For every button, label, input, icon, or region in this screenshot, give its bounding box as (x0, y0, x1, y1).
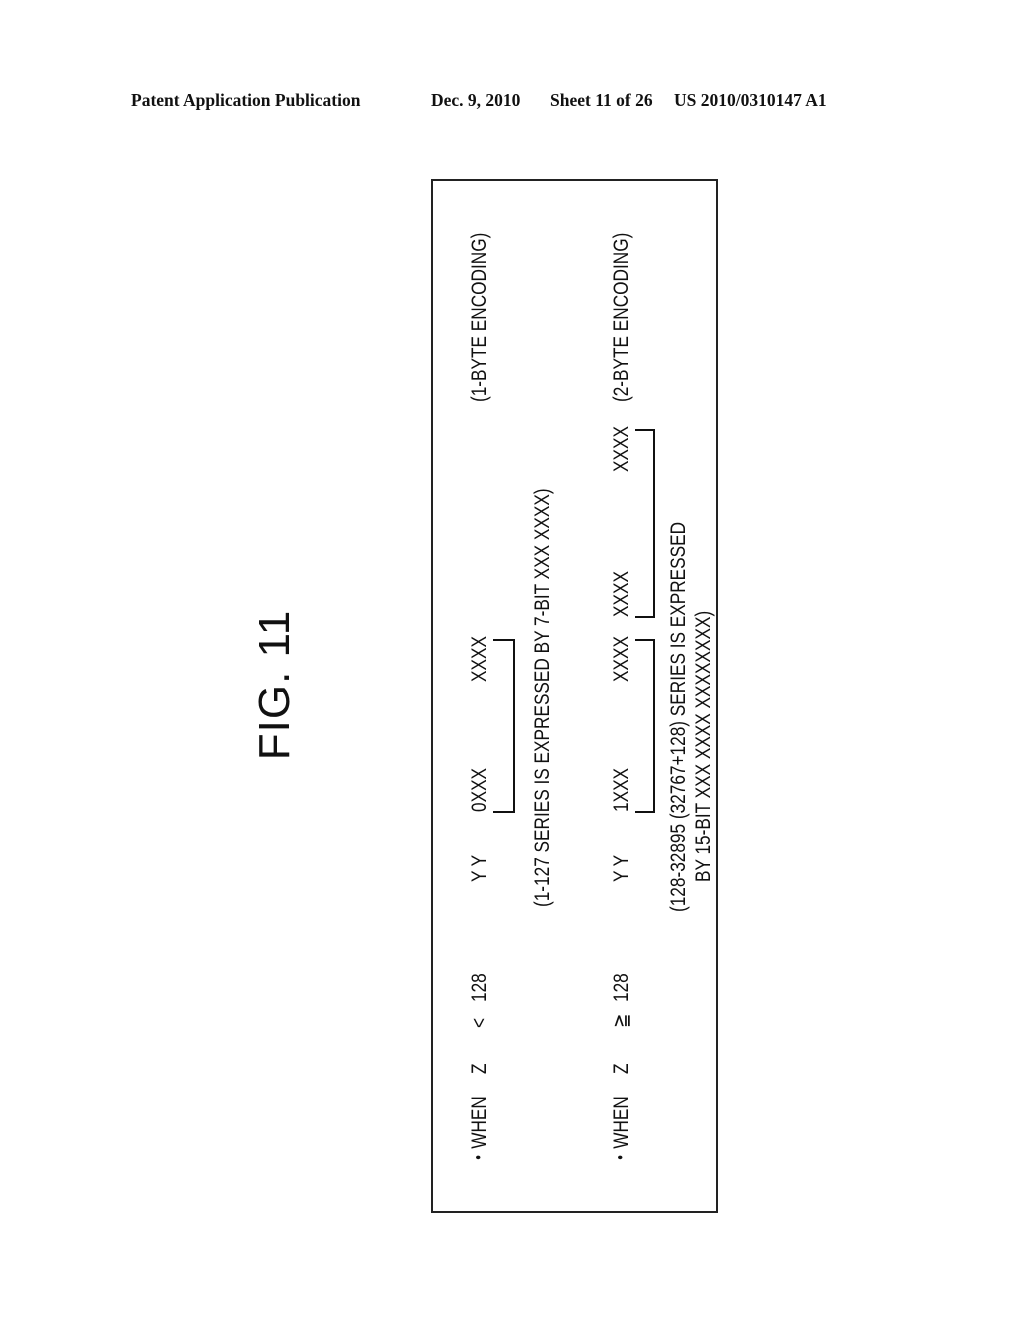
page-header: Patent Application Publication Dec. 9, 2… (0, 90, 1024, 114)
publication-label: Patent Application Publication (131, 90, 361, 110)
publication-date: Dec. 9, 2010 (431, 90, 521, 110)
case2-prefix: Y Y (610, 854, 633, 882)
case2-bracket1-bar (653, 641, 657, 813)
case2-byte1: 1XXX (610, 767, 633, 812)
case1-byte1: 0XXX (468, 767, 491, 812)
case2-bracket2-bar (653, 431, 657, 618)
case2-bracket2-sides (635, 429, 655, 618)
case1-byte1b: XXXX (468, 636, 491, 682)
case2-note-line1: (128-32895 (32767+128) SERIES IS EXPRESS… (667, 521, 690, 912)
case1-threshold: 128 (468, 973, 491, 1002)
case2-byte2: XXXX (610, 571, 633, 617)
patent-number: US 2010/0310147 A1 (674, 90, 827, 110)
sheet-number: Sheet 11 of 26 (550, 90, 653, 110)
case1-when: ・WHEN (468, 1096, 491, 1166)
case1-operator: < (468, 1017, 491, 1028)
case2-note-line2: BY 15-BIT XXX XXXX XXXXXXXX) (692, 610, 715, 882)
case1-encoding: (1-BYTE ENCODING) (468, 232, 491, 402)
case1-prefix: Y Y (468, 854, 491, 882)
case2-encoding: (2-BYTE ENCODING) (610, 232, 633, 402)
case2-byte1b: XXXX (610, 636, 633, 682)
case2-operator: ≧ (610, 1013, 633, 1028)
case2-bracket1-sides (635, 639, 655, 813)
case2-when: ・WHEN (610, 1096, 633, 1166)
figure-box: ・WHEN Z < 128 Y Y 0XXX XXXX (1-BYTE ENCO… (431, 179, 718, 1213)
figure-content: ・WHEN Z < 128 Y Y 0XXX XXXX (1-BYTE ENCO… (433, 181, 719, 1214)
case2-byte2b: XXXX (610, 426, 633, 472)
case1-bracket-bar (513, 641, 517, 813)
case2-threshold: 128 (610, 973, 633, 1002)
case1-note: (1-127 SERIES IS EXPRESSED BY 7-BIT XXX … (531, 488, 554, 907)
figure-title-text: FIG. 11 (250, 609, 299, 761)
case2-variable: Z (610, 1063, 633, 1074)
case1-variable: Z (468, 1063, 491, 1074)
case1-bracket-sides (493, 639, 515, 813)
